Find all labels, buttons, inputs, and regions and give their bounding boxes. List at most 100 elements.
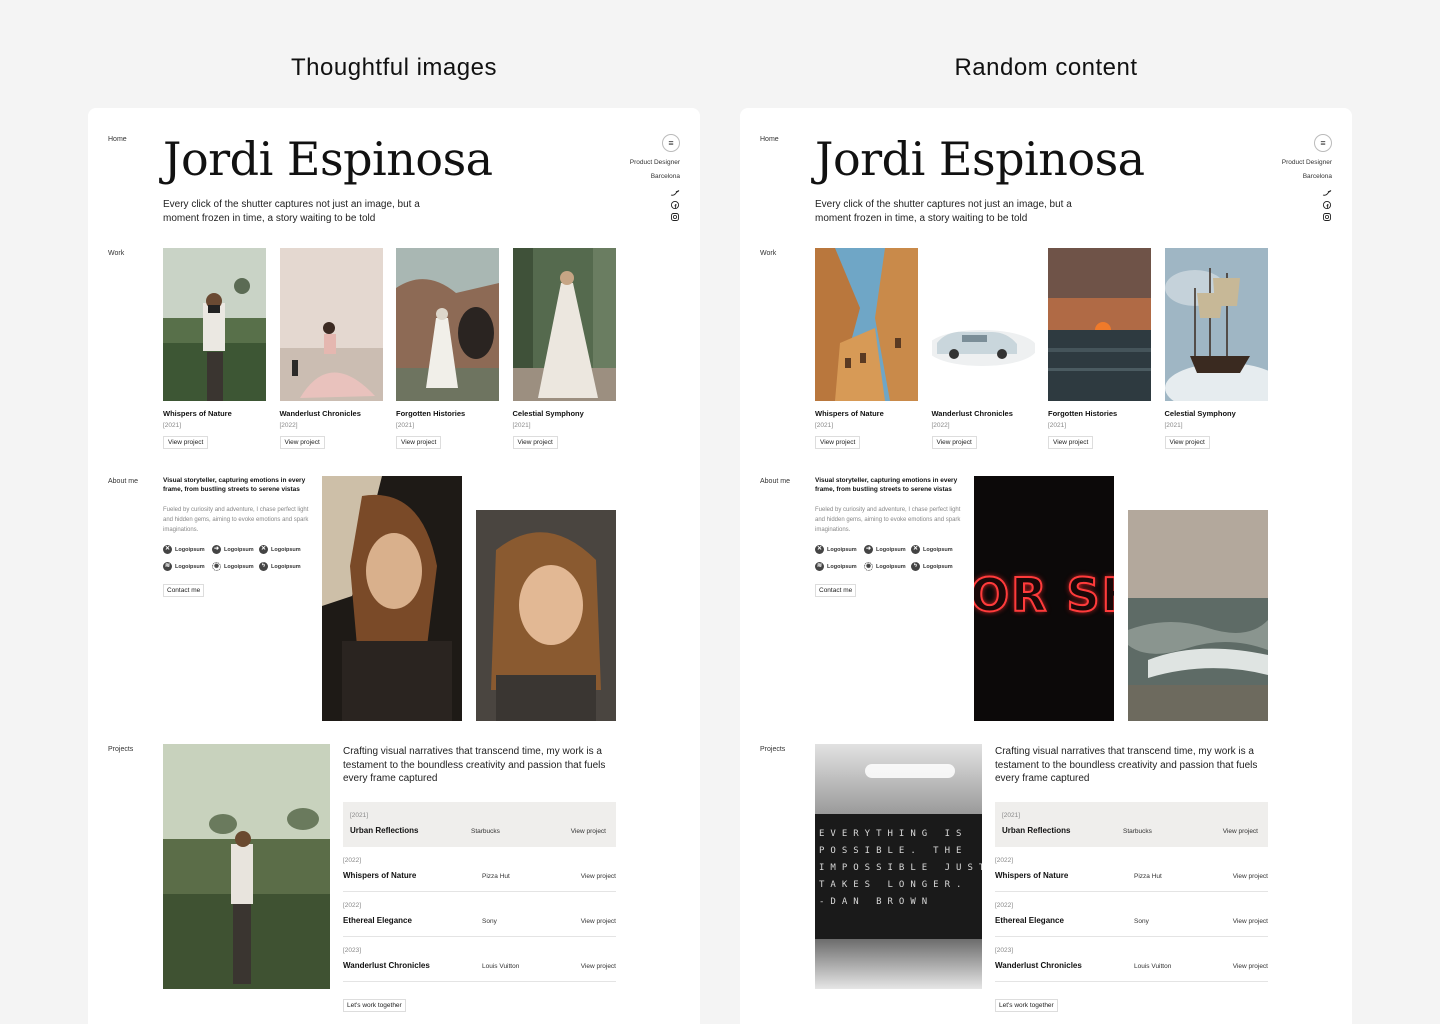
view-project-link[interactable]: View project <box>1233 873 1268 880</box>
project-row[interactable]: [2021] Urban Reflections Starbucks View … <box>343 802 616 847</box>
work-card[interactable]: Celestial Symphony [2021] View project <box>1164 248 1268 449</box>
contact-me-button[interactable]: Contact me <box>163 584 205 597</box>
view-project-link[interactable]: View project <box>581 873 616 880</box>
lets-work-together-button[interactable]: Let's work together <box>343 999 406 1012</box>
project-row[interactable]: [2022] Ethereal Elegance Sony View proje… <box>995 892 1268 937</box>
work-photo-rocks-dress[interactable] <box>396 248 499 401</box>
work-card[interactable]: Whispers of Nature [2021] View project <box>815 248 918 449</box>
instagram-icon[interactable] <box>1322 212 1332 222</box>
work-year: [2022] <box>279 422 298 429</box>
work-title: Celestial Symphony <box>512 409 584 418</box>
view-project-link[interactable]: View project <box>1233 918 1268 925</box>
work-card[interactable]: Wanderlust Chronicles [2022] View projec… <box>931 248 1035 449</box>
logo-icon: ➜ <box>212 545 221 554</box>
view-project-button[interactable]: View project <box>512 436 558 449</box>
work-card[interactable]: Whispers of Nature [2021] View project <box>163 248 266 449</box>
project-row[interactable]: [2022] Ethereal Elegance Sony View proje… <box>343 892 616 937</box>
instagram-icon[interactable] <box>670 212 680 222</box>
view-project-button[interactable]: View project <box>1048 436 1094 449</box>
project-row[interactable]: [2023] Wanderlust Chronicles Louis Vuitt… <box>995 937 1268 982</box>
work-card[interactable]: Forgotten Histories [2021] View project <box>396 248 499 449</box>
project-name: Urban Reflections <box>350 826 419 835</box>
work-year: [2022] <box>931 422 950 429</box>
lets-work-together-button[interactable]: Let's work together <box>995 999 1058 1012</box>
view-project-button[interactable]: View project <box>815 436 861 449</box>
project-client: Starbucks <box>471 828 500 835</box>
logo-icon: ≋ <box>163 562 172 571</box>
client-logo: ≋ Logoipsum <box>163 562 205 571</box>
client-logo: ϟ Logoipsum <box>259 562 301 571</box>
quote-line: -DAN BROWN <box>819 897 934 907</box>
view-project-button[interactable]: View project <box>931 436 977 449</box>
work-title: Wanderlust Chronicles <box>931 409 1013 418</box>
project-year: [2021] <box>1002 812 1021 819</box>
panel-random-content: Home Jordi Espinosa Every click of the s… <box>740 108 1352 1024</box>
work-title: Forgotten Histories <box>1048 409 1118 418</box>
quote-line: EVERYTHING IS <box>819 829 968 839</box>
project-name: Wanderlust Chronicles <box>343 961 430 970</box>
project-client: Pizza Hut <box>482 873 510 880</box>
work-photo-sailing-ship[interactable] <box>1164 248 1268 401</box>
twitter-icon[interactable] <box>670 188 680 198</box>
logo-icon: ✕ <box>259 545 268 554</box>
facebook-icon[interactable] <box>1322 200 1332 210</box>
about-title: Visual storyteller, capturing emotions i… <box>815 477 958 493</box>
work-photo-woman-reading[interactable] <box>279 248 383 401</box>
view-project-link[interactable]: View project <box>1233 963 1268 970</box>
client-logo: ✺ Logoipsum <box>212 562 254 571</box>
view-project-button[interactable]: View project <box>1164 436 1210 449</box>
section-label-work: Work <box>760 250 777 257</box>
view-project-link[interactable]: View project <box>1223 828 1258 835</box>
work-card[interactable]: Forgotten Histories [2021] View project <box>1048 248 1151 449</box>
view-project-button[interactable]: View project <box>279 436 325 449</box>
work-photo-bride[interactable] <box>512 248 616 401</box>
view-project-link[interactable]: View project <box>571 828 606 835</box>
role-text: Product Designer <box>1281 159 1332 166</box>
view-project-button[interactable]: View project <box>163 436 209 449</box>
nav-home-link[interactable]: Home <box>108 136 127 143</box>
menu-button[interactable]: ≡ <box>1314 134 1332 152</box>
project-client: Pizza Hut <box>1134 873 1162 880</box>
section-label-projects: Projects <box>760 746 786 753</box>
project-row[interactable]: [2023] Wanderlust Chronicles Louis Vuitt… <box>343 937 616 982</box>
twitter-icon[interactable] <box>1322 188 1332 198</box>
project-row[interactable]: [2022] Whispers of Nature Pizza Hut View… <box>995 847 1268 892</box>
city-text: Barcelona <box>1302 173 1332 180</box>
project-photo-quote-board: EVERYTHING IS POSSIBLE. THE IMPOSSIBLE J… <box>815 744 982 989</box>
client-logo: ➜ Logoipsum <box>212 545 254 554</box>
project-client: Sony <box>482 918 497 925</box>
section-label-projects: Projects <box>108 746 134 753</box>
work-card[interactable]: Celestial Symphony [2021] View project <box>512 248 616 449</box>
project-year: [2022] <box>343 857 362 864</box>
project-row[interactable]: [2021] Urban Reflections Starbucks View … <box>995 802 1268 847</box>
nav-home-link[interactable]: Home <box>760 136 779 143</box>
project-name: Wanderlust Chronicles <box>995 961 1082 970</box>
logo-icon: ✕ <box>911 545 920 554</box>
work-photo-buildings-sky[interactable] <box>815 248 918 401</box>
project-client: Sony <box>1134 918 1149 925</box>
hero-name: Jordi Espinosa <box>163 132 493 186</box>
contact-me-button[interactable]: Contact me <box>815 584 857 597</box>
view-project-link[interactable]: View project <box>581 918 616 925</box>
work-title: Wanderlust Chronicles <box>279 409 361 418</box>
logo-icon: ✕ <box>815 545 824 554</box>
facebook-icon[interactable] <box>670 200 680 210</box>
work-photo-car-clouds[interactable] <box>931 248 1035 401</box>
role-text: Product Designer <box>629 159 680 166</box>
work-photo-field-portrait[interactable] <box>163 248 266 401</box>
work-year: [2021] <box>1164 422 1183 429</box>
work-photo-sunset-sea[interactable] <box>1048 248 1151 401</box>
quote-line: TAKES LONGER. <box>819 880 968 890</box>
client-logo: ✺ Logoipsum <box>864 562 906 571</box>
project-client: Starbucks <box>1123 828 1152 835</box>
neon-sign-text: OR SH <box>974 567 1114 623</box>
project-name: Whispers of Nature <box>995 871 1069 880</box>
view-project-button[interactable]: View project <box>396 436 442 449</box>
about-photo-sea-waves <box>1128 510 1268 721</box>
view-project-link[interactable]: View project <box>581 963 616 970</box>
project-row[interactable]: [2022] Whispers of Nature Pizza Hut View… <box>343 847 616 892</box>
project-name: Whispers of Nature <box>343 871 417 880</box>
menu-button[interactable]: ≡ <box>662 134 680 152</box>
work-card[interactable]: Wanderlust Chronicles [2022] View projec… <box>279 248 383 449</box>
about-title: Visual storyteller, capturing emotions i… <box>163 477 306 493</box>
